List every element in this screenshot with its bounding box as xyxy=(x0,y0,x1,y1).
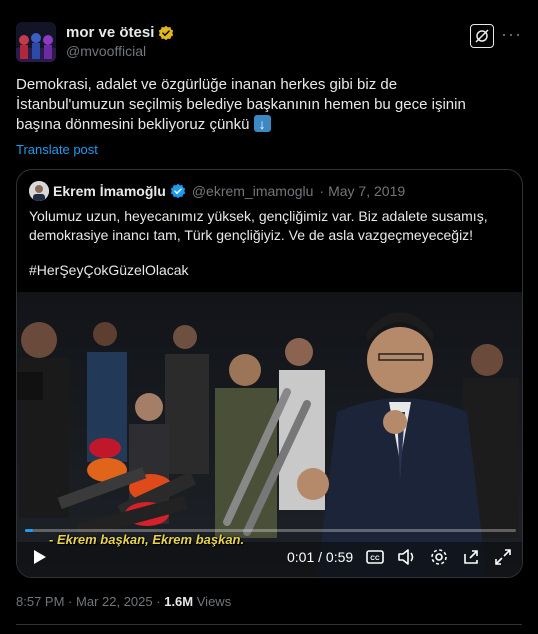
quoted-tweet[interactable]: Ekrem İmamoğlu @ekrem_imamoglu · May 7, … xyxy=(16,169,523,578)
post-date[interactable]: Mar 22, 2025 xyxy=(76,594,153,609)
footer-separator: · xyxy=(68,594,73,609)
tweet-text-content: Demokrasi, adalet ve özgürlüğe inanan he… xyxy=(16,76,466,133)
quote-verified-badge-icon xyxy=(170,183,186,199)
quote-display-name[interactable]: Ekrem İmamoğlu xyxy=(53,183,166,199)
play-icon[interactable] xyxy=(29,546,51,568)
volume-icon[interactable] xyxy=(396,546,418,568)
handle[interactable]: @mvoofficial xyxy=(66,43,146,59)
tweet-header: mor ve ötesi @mvoofficial ··· xyxy=(16,22,522,62)
quote-text: Yolumuz uzun, heyecanımız yüksek, gençli… xyxy=(29,208,488,243)
fullscreen-icon[interactable] xyxy=(492,546,514,568)
avatar[interactable] xyxy=(16,22,56,62)
more-icon[interactable]: ··· xyxy=(501,25,522,43)
video-subtitle: - Ekrem başkan, Ekrem başkan. xyxy=(49,532,245,547)
settings-icon[interactable] xyxy=(428,546,450,568)
translate-link[interactable]: Translate post xyxy=(16,142,98,157)
verified-badge-icon xyxy=(159,25,174,40)
quote-separator: · xyxy=(319,183,325,199)
quote-hashtag[interactable]: #HerŞeyÇokGüzelOlacak xyxy=(29,262,189,278)
views-count: 1.6M xyxy=(164,594,194,609)
share-icon[interactable] xyxy=(460,546,482,568)
video-player[interactable]: - Ekrem başkan, Ekrem başkan. 0:01 / 0:5… xyxy=(17,292,522,577)
quote-avatar[interactable] xyxy=(29,181,49,201)
tweet-text: Demokrasi, adalet ve özgürlüğe inanan he… xyxy=(16,75,522,135)
video-progress-bar[interactable] xyxy=(25,529,516,532)
video-progress-fill xyxy=(25,529,34,532)
footer-separator-2: · xyxy=(156,594,161,609)
divider xyxy=(16,624,522,625)
svg-text:CC: CC xyxy=(370,555,380,562)
grok-icon[interactable] xyxy=(470,24,494,48)
captions-icon[interactable]: CC xyxy=(364,546,386,568)
video-controls: 0:01 / 0:59 CC xyxy=(17,546,522,570)
down-arrow-emoji-icon xyxy=(253,114,271,134)
views-label: Views xyxy=(196,594,232,609)
video-time: 0:01 / 0:59 xyxy=(287,549,354,565)
quote-date: May 7, 2019 xyxy=(328,183,406,199)
tweet-footer: 8:57 PM · Mar 22, 2025 · 1.6M Views xyxy=(16,594,231,609)
quote-handle: @ekrem_imamoglu xyxy=(191,183,314,199)
display-name[interactable]: mor ve ötesi xyxy=(66,24,154,41)
post-time[interactable]: 8:57 PM xyxy=(16,594,64,609)
tweet: mor ve ötesi @mvoofficial ··· Demokrasi,… xyxy=(0,0,538,634)
